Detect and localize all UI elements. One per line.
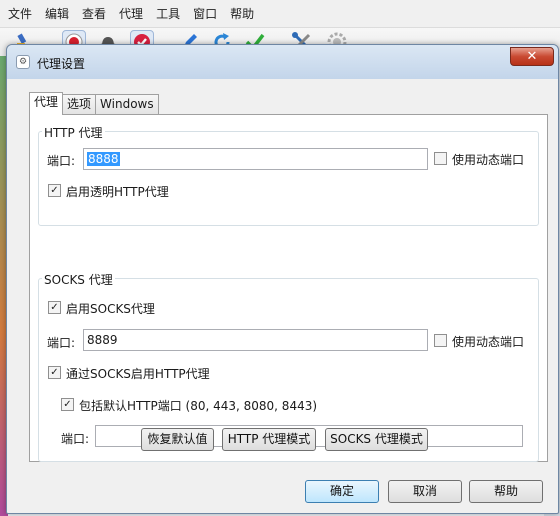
menu-view[interactable]: 查看 [82,5,106,22]
tab-windows[interactable]: Windows [95,94,159,115]
menu-window[interactable]: 窗口 [193,5,217,22]
default-http-ports-checkbox[interactable]: ✓ [61,398,74,411]
http-proxy-group [38,131,539,226]
http-group-label: HTTP 代理 [42,124,105,141]
menu-file[interactable]: 文件 [8,5,32,22]
menu-edit[interactable]: 编辑 [45,5,69,22]
dialog-titlebar[interactable]: ⚙ 代理设置 ✕ [7,45,558,79]
socks-dynamic-port-checkbox[interactable] [434,334,447,347]
socks-dynamic-port-label: 使用动态端口 [452,335,525,349]
http-via-socks-checkbox[interactable]: ✓ [48,366,61,379]
restore-defaults-button[interactable]: 恢复默认值 [141,428,214,451]
menu-help[interactable]: 帮助 [230,5,254,22]
proxy-tab-panel: HTTP 代理 端口: 8888 使用动态端口 ✓ 启用透明HTTP代理 SOC… [29,114,548,462]
tab-strip: 代理 选项 Windows [29,92,159,115]
dialog-app-icon: ⚙ [16,55,30,69]
ok-button[interactable]: 确定 [305,480,379,503]
http-dynamic-port-checkbox[interactable] [434,152,447,165]
tab-options[interactable]: 选项 [62,94,97,115]
default-http-ports-label: 包括默认HTTP端口 (80, 443, 8080, 8443) [79,399,318,413]
dialog-title: 代理设置 [37,57,86,71]
enable-socks-label: 启用SOCKS代理 [66,302,155,316]
http-via-socks-label: 通过SOCKS启用HTTP代理 [66,367,210,381]
transparent-http-checkbox[interactable]: ✓ [48,184,61,197]
help-button[interactable]: 帮助 [469,480,543,503]
cancel-button[interactable]: 取消 [388,480,462,503]
menu-proxy[interactable]: 代理 [119,5,143,22]
socks-proxy-mode-button[interactable]: SOCKS 代理模式 [325,428,428,451]
tab-proxy[interactable]: 代理 [29,92,64,115]
http-proxy-mode-button[interactable]: HTTP 代理模式 [222,428,316,451]
extra-port-label: 端口: [61,432,90,446]
socks-port-input[interactable]: 8889 [83,329,428,351]
enable-socks-checkbox[interactable]: ✓ [48,301,61,314]
menu-tools[interactable]: 工具 [156,5,180,22]
http-port-label: 端口: [47,154,76,168]
http-port-input[interactable]: 8888 [83,148,428,170]
socks-port-label: 端口: [47,336,76,350]
socks-group-label: SOCKS 代理 [42,271,115,288]
http-dynamic-port-label: 使用动态端口 [452,153,525,167]
transparent-http-label: 启用透明HTTP代理 [66,185,169,199]
proxy-settings-dialog: ⚙ 代理设置 ✕ 代理 选项 Windows HTTP 代理 端口: 8888 … [6,44,559,514]
menu-bar: 文件 编辑 查看 代理 工具 窗口 帮助 [0,0,560,28]
close-button[interactable]: ✕ [510,47,554,66]
